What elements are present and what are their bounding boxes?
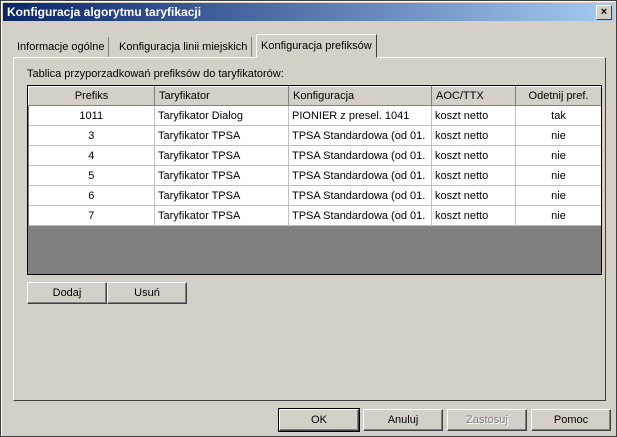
help-button[interactable]: Pomoc — [531, 409, 611, 431]
close-icon: × — [600, 6, 608, 18]
tab-panel — [13, 57, 606, 401]
dialog-window: Konfiguracja algorytmu taryfikacji × Inf… — [0, 0, 617, 437]
cancel-button[interactable]: Anuluj — [363, 409, 443, 431]
tab-konfiguracja-prefiksow[interactable]: Konfiguracja prefiksów — [256, 34, 377, 58]
ok-button[interactable]: OK — [278, 408, 360, 432]
title-bar[interactable]: Konfiguracja algorytmu taryfikacji × — [3, 3, 614, 21]
apply-button[interactable]: Zastosuj — [447, 409, 527, 431]
tab-informacje-ogolne[interactable]: Informacje ogólne — [13, 37, 110, 57]
close-button[interactable]: × — [596, 5, 612, 20]
window-title: Konfiguracja algorytmu taryfikacji — [7, 5, 202, 19]
tab-konfiguracja-linii-miejskich[interactable]: Konfiguracja linii miejskich — [115, 37, 253, 57]
